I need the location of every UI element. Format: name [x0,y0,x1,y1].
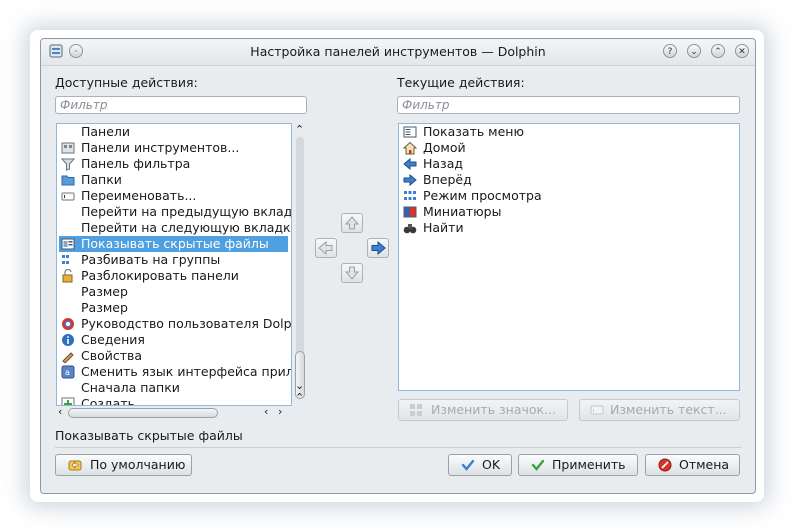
group-icon [62,255,69,264]
help-icon [62,318,74,330]
available-item-label: Панели инструментов... [81,140,240,155]
close-button[interactable]: ✕ [735,44,749,58]
svg-text:a: a [65,368,70,377]
scroll-up-icon-2[interactable]: ⌃ [295,391,304,404]
cancel-label: Отмена [679,457,730,472]
divider [55,447,741,448]
text-field-icon [590,405,604,415]
change-text-label: Изменить текст... [610,402,727,417]
current-item-label: Вперёд [423,172,472,187]
scroll-left-icon[interactable]: ‹ [58,405,62,418]
home-icon [403,141,417,155]
available-item-label: Разблокировать панели [81,268,239,283]
scroll-right-icon[interactable]: › [278,405,282,418]
cancel-icon [658,458,672,472]
view-mode-icon [404,191,416,200]
find-icon [403,224,417,234]
available-item-label: Сведения [81,332,145,347]
available-item-label: Размер [81,300,128,315]
arrow-up-icon [344,216,360,230]
current-item-label: Показать меню [423,124,525,139]
change-icon-button[interactable]: Изменить значок... [398,399,568,421]
available-item-label: Перейти на следующую вкладку [81,220,292,235]
available-item-label: Панели [81,124,131,139]
available-actions-label: Доступные действия: [55,75,198,90]
available-item-label: Папки [81,172,122,187]
check-icon [461,459,475,471]
menu-icon [403,126,417,138]
available-filter-input[interactable]: Фильтр [55,96,307,114]
dialog-window: · Настройка панелей инструментов — Dolph… [40,38,756,494]
undo-icon [68,460,82,471]
defaults-button[interactable]: По умолчанию [55,454,192,476]
available-item-label: Панель фильтра [81,156,191,171]
current-actions-label: Текущие действия: [397,75,525,90]
ok-button[interactable]: OK [448,454,512,476]
change-text-button[interactable]: Изменить текст... [579,399,740,421]
defaults-label: По умолчанию [90,457,186,472]
cancel-button[interactable]: Отмена [645,454,740,476]
available-actions-list[interactable]: Панели Панели инструментов... Панель фильт… [56,123,292,406]
available-vertical-scrollbar[interactable]: ⌃ ⌄ ⌃ [293,123,307,406]
available-item-label: Свойства [81,348,143,363]
apply-button[interactable]: Применить [518,454,638,476]
current-actions-list[interactable]: Показать меню Домой Назад Вперёд Режим просм… [398,123,740,391]
hidden-files-icon [61,238,75,250]
folder-icon [61,175,75,186]
hscroll-thumb[interactable] [68,408,218,418]
scroll-left-icon-2[interactable]: ‹ [264,405,268,418]
change-icon-label: Изменить значок... [431,402,557,417]
current-item-label: Найти [423,220,464,235]
available-item-label: Показывать скрытые файлы [81,236,269,251]
properties-icon [62,352,74,363]
help-button[interactable]: ? [663,44,677,58]
window-title: Настройка панелей инструментов — Dolphin [250,44,546,59]
current-item-label: Домой [423,140,466,155]
move-up-button[interactable] [341,213,363,233]
current-item-label: Миниатюры [423,204,502,219]
available-item[interactable]: Показывать скрытые файлы [59,236,288,252]
info-icon [62,334,74,346]
toolbar-config-icon [61,142,75,154]
available-item-label: Создать [81,396,135,406]
available-item-label: Руководство пользователя Dolph [81,316,292,331]
current-item-label: Режим просмотра [423,188,542,203]
arrow-down-icon [344,266,360,280]
apply-label: Применить [552,457,626,472]
available-item-label: Разбивать на группы [81,252,221,267]
apply-check-icon [531,459,545,471]
available-horizontal-scrollbar[interactable]: ‹ ‹ › [56,405,292,420]
language-icon: a [61,365,75,379]
add-action-button[interactable] [367,238,389,258]
minimize-button[interactable]: ⌄ [687,44,701,58]
maximize-button[interactable]: ⌃ [711,44,725,58]
unlock-icon [62,269,73,283]
current-item-label: Назад [423,156,464,171]
scroll-up-icon[interactable]: ⌃ [295,123,304,136]
back-icon [403,157,417,171]
change-icon-icon [410,404,422,416]
arrow-left-icon [318,240,333,256]
current-filter-input[interactable]: Фильтр [397,96,740,114]
move-down-button[interactable] [341,263,363,283]
title-bar[interactable]: · Настройка панелей инструментов — Dolph… [41,39,755,66]
ok-label: OK [482,457,501,472]
available-item-label: Сначала папки [81,380,180,395]
available-item-label: Сменить язык интерфейса прил [81,364,292,379]
thumbnails-icon [403,206,417,218]
scroll-track[interactable] [296,137,304,377]
forward-icon [403,173,417,187]
new-icon [61,397,75,405]
available-item-label: Переименовать... [81,188,197,203]
available-item-label: Размер [81,284,128,299]
filter-icon [61,158,75,171]
remove-action-button[interactable] [315,238,337,258]
arrow-right-icon [371,240,386,256]
available-item-label: Перейти на предыдущую вклад [81,204,292,219]
rename-icon [61,192,75,201]
status-text: Показывать скрытые файлы [55,428,243,443]
